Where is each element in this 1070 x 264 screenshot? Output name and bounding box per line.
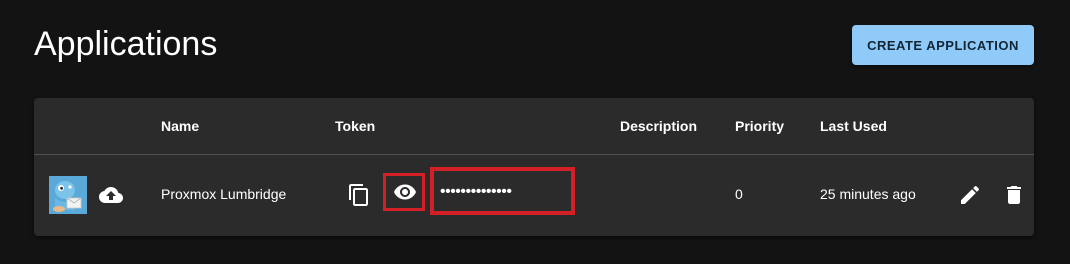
token-value-box: •••••••••••••• bbox=[430, 167, 575, 215]
show-token-button[interactable] bbox=[383, 173, 425, 211]
table-header-row: Name Token Description Priority Last Use… bbox=[34, 98, 1034, 155]
eye-icon bbox=[393, 180, 417, 204]
edit-icon[interactable] bbox=[958, 183, 982, 207]
column-header-name: Name bbox=[161, 118, 200, 134]
application-name: Proxmox Lumbridge bbox=[161, 186, 287, 202]
upload-icon[interactable] bbox=[99, 183, 123, 207]
delete-icon[interactable] bbox=[1002, 183, 1026, 207]
column-header-description: Description bbox=[620, 118, 698, 134]
copy-icon[interactable] bbox=[347, 183, 371, 207]
gotify-logo-icon bbox=[49, 176, 87, 214]
application-last-used: 25 minutes ago bbox=[820, 186, 916, 202]
column-header-token: Token bbox=[335, 118, 376, 134]
create-application-button[interactable]: CREATE APPLICATION bbox=[852, 25, 1034, 65]
application-priority: 0 bbox=[735, 186, 743, 202]
token-value: •••••••••••••• bbox=[440, 183, 512, 200]
column-header-priority: Priority bbox=[735, 118, 785, 134]
table-row: Proxmox Lumbridge •••••••••••••• 0 25 mi… bbox=[34, 155, 1034, 235]
page-title: Applications bbox=[34, 25, 218, 63]
column-header-last-used: Last Used bbox=[820, 118, 887, 134]
applications-table: Name Token Description Priority Last Use… bbox=[34, 98, 1034, 236]
